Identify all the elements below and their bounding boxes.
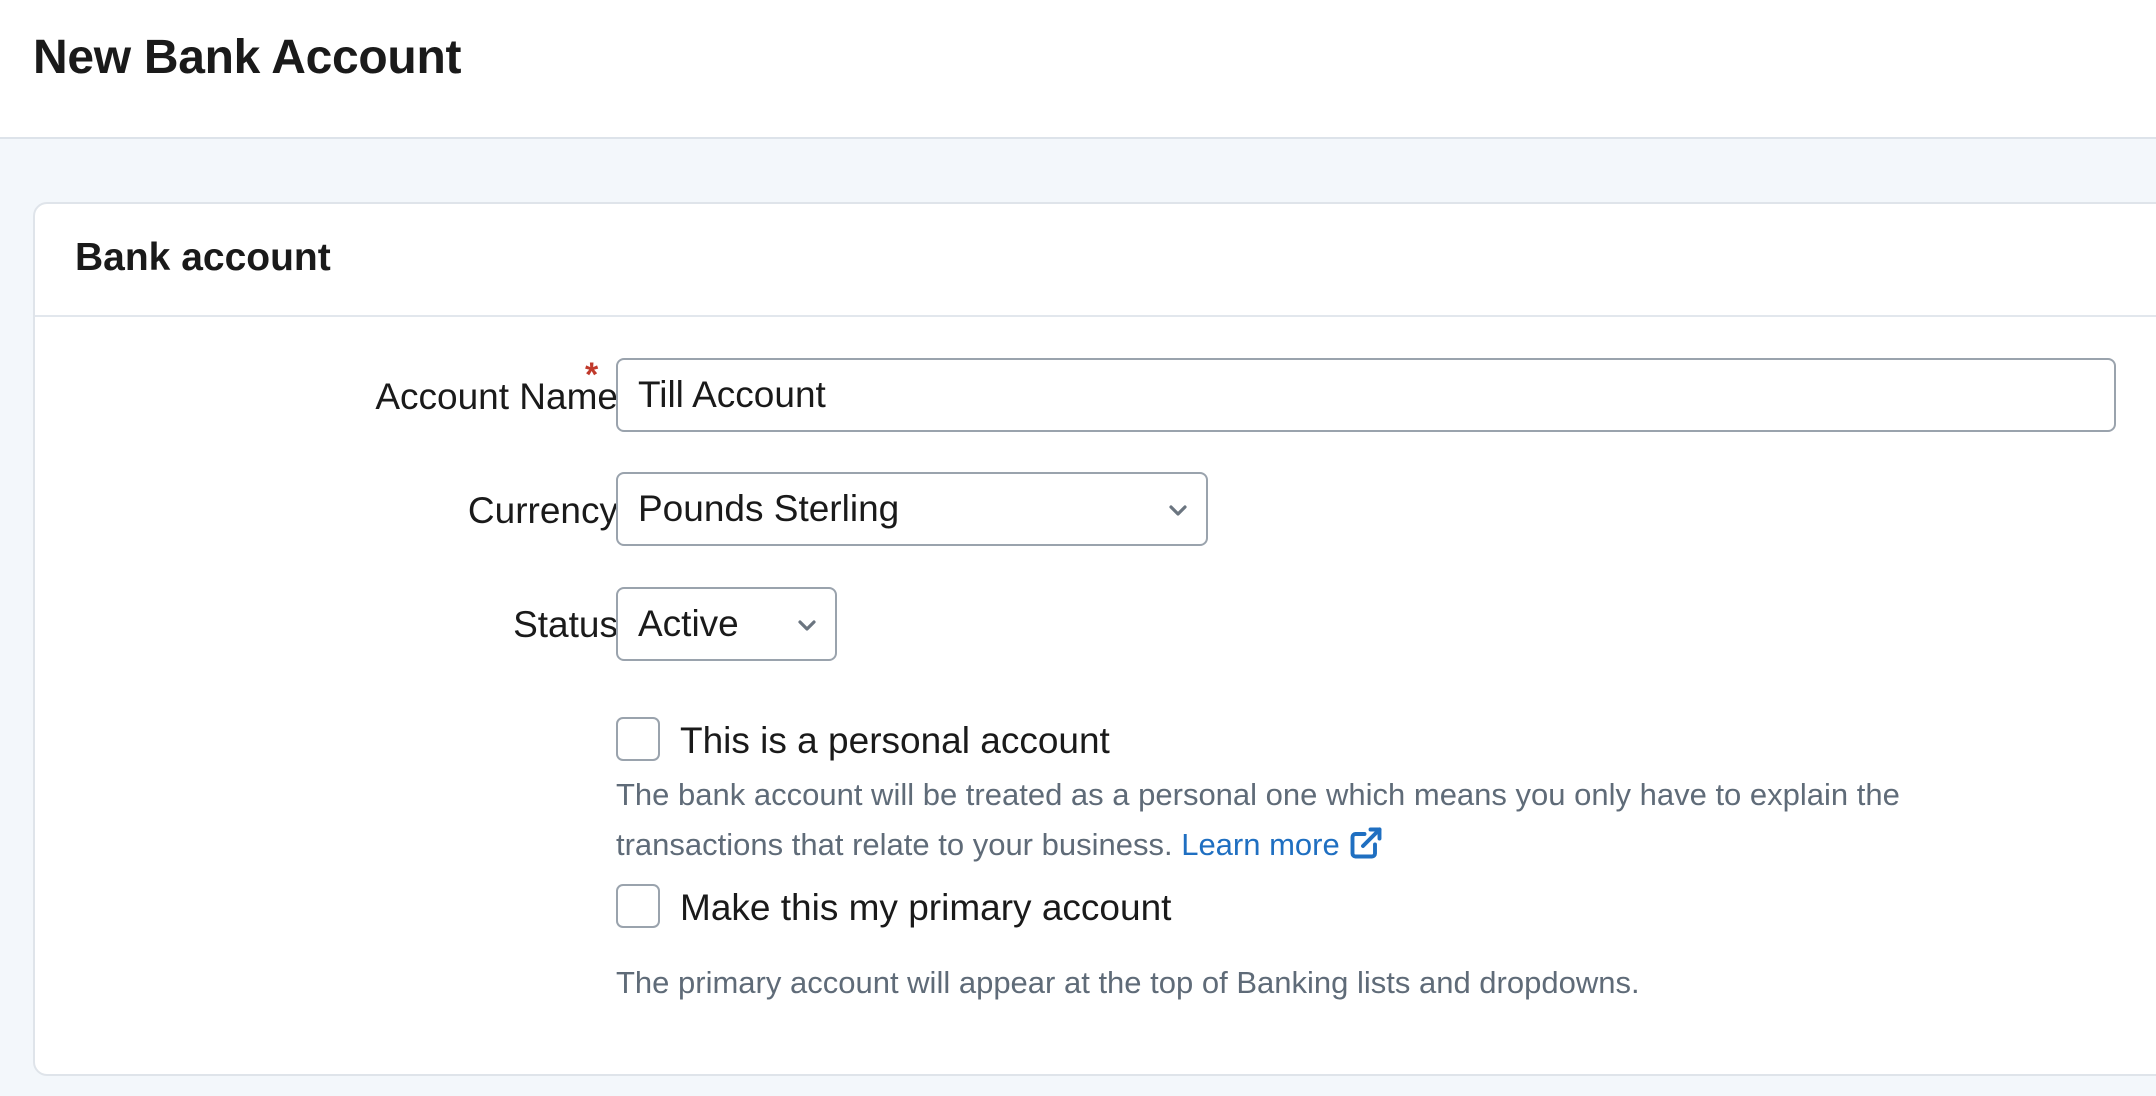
personal-account-label[interactable]: This is a personal account xyxy=(680,720,1110,762)
personal-account-checkbox[interactable] xyxy=(616,717,660,761)
status-label: Status xyxy=(513,604,618,645)
account-name-label: Account Name xyxy=(375,376,618,417)
personal-account-help-line2: transactions that relate to your busines… xyxy=(616,827,1173,862)
personal-account-help: The bank account will be treated as a pe… xyxy=(616,770,1900,870)
required-asterisk: * xyxy=(585,356,599,394)
card-title: Bank account xyxy=(75,236,331,279)
page-header: New Bank Account xyxy=(0,0,2156,139)
learn-more-label: Learn more xyxy=(1181,827,1340,862)
primary-account-help: The primary account will appear at the t… xyxy=(616,965,1640,1000)
currency-select[interactable]: Pounds Sterling xyxy=(616,472,1208,546)
chevron-down-icon xyxy=(1169,505,1187,516)
currency-select-value: Pounds Sterling xyxy=(638,488,900,529)
learn-more-link[interactable]: Learn more xyxy=(1181,827,1384,862)
bank-account-card: Bank account Account Name * Currency Pou… xyxy=(33,202,2156,1076)
status-select-value: Active xyxy=(638,603,739,644)
status-select[interactable]: Active xyxy=(616,587,837,661)
card-header: Bank account xyxy=(35,204,2156,317)
personal-account-help-line1: The bank account will be treated as a pe… xyxy=(616,777,1900,812)
page-title: New Bank Account xyxy=(33,31,462,84)
account-name-input[interactable] xyxy=(616,358,2116,432)
primary-account-label[interactable]: Make this my primary account xyxy=(680,887,1171,929)
external-link-icon xyxy=(1350,827,1382,859)
currency-label: Currency xyxy=(467,490,618,531)
primary-account-checkbox[interactable] xyxy=(616,884,660,928)
chevron-down-icon xyxy=(798,620,816,631)
